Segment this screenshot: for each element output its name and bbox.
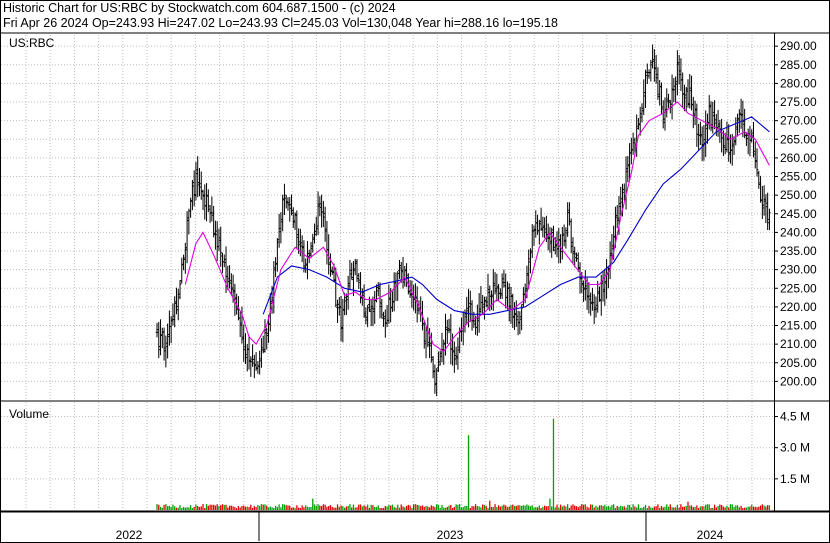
price-tick-label: 225.00 xyxy=(780,281,817,295)
price-tick-label: 280.00 xyxy=(780,76,817,90)
price-axis-labels: 290.00 285.00 280.00 275.00 270.00 265.00 260.… xyxy=(780,39,817,388)
volume-tick-label: 1.5 M xyxy=(780,472,810,486)
volume-tick-label: 3.0 M xyxy=(780,441,810,455)
stock-chart: 290.00 285.00 280.00 275.00 270.00 265.00 260.… xyxy=(0,0,830,543)
price-tick-label: 205.00 xyxy=(780,356,817,370)
price-tick-label: 210.00 xyxy=(780,337,817,351)
price-tick-label: 250.00 xyxy=(780,188,817,202)
price-tick-label: 235.00 xyxy=(780,244,817,258)
price-tick-label: 215.00 xyxy=(780,319,817,333)
volume-label: Volume xyxy=(9,407,49,421)
price-tick-label: 270.00 xyxy=(780,114,817,128)
price-tick-label: 240.00 xyxy=(780,225,817,239)
price-bars xyxy=(155,44,771,397)
price-tick-label: 230.00 xyxy=(780,263,817,277)
price-tick-label: 220.00 xyxy=(780,300,817,314)
year-label: 2022 xyxy=(116,528,143,542)
volume-tick-label: 4.5 M xyxy=(780,410,810,424)
price-tick-label: 255.00 xyxy=(780,170,817,184)
symbol-label: US:RBC xyxy=(9,36,55,50)
price-tick-label: 245.00 xyxy=(780,207,817,221)
volume-bars xyxy=(156,418,771,510)
year-label: 2023 xyxy=(437,528,464,542)
volume-grid xyxy=(1,402,778,510)
long-moving-average xyxy=(262,116,770,315)
price-tick-label: 200.00 xyxy=(780,374,817,388)
price-tick-label: 265.00 xyxy=(780,132,817,146)
outer-frame xyxy=(0,0,830,543)
year-axis-labels: 2022 2023 2024 xyxy=(116,528,724,542)
volume-axis-labels: 4.5 M 3.0 M 1.5 M xyxy=(780,410,810,486)
price-tick-label: 285.00 xyxy=(780,58,817,72)
price-tick-label: 260.00 xyxy=(780,151,817,165)
price-tick-label: 275.00 xyxy=(780,95,817,109)
panel-frames xyxy=(0,0,830,543)
year-label: 2024 xyxy=(697,528,724,542)
price-tick-label: 290.00 xyxy=(780,39,817,53)
